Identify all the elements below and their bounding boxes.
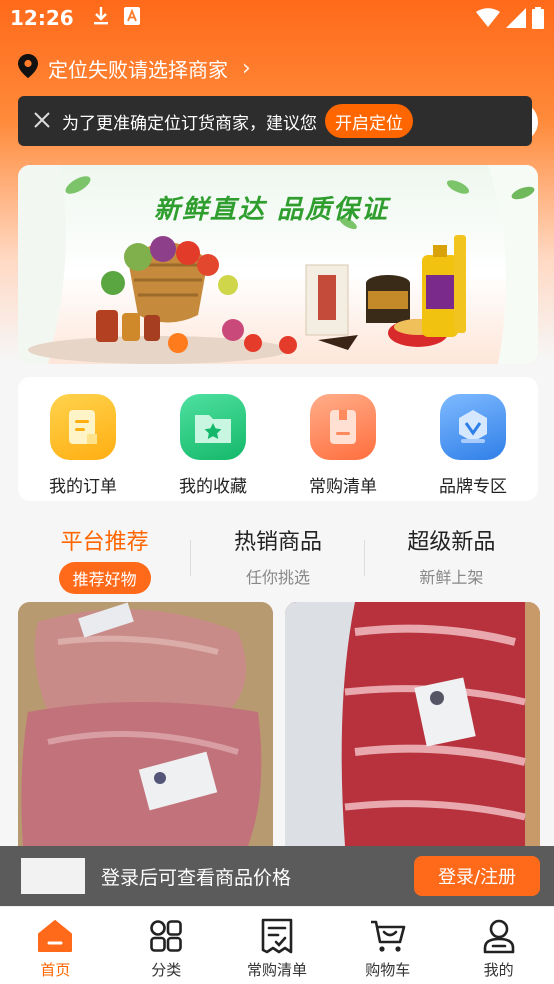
wifi-icon	[476, 8, 500, 28]
tab-hot-products[interactable]: 热销商品 任你挑选	[191, 520, 365, 592]
location-tip-bar: 为了更准确定位订货商家，建议您 开启定位	[18, 96, 532, 146]
battery-icon	[532, 7, 544, 29]
status-bar: 12:26	[0, 0, 554, 36]
quick-menu-label: 我的收藏	[179, 477, 247, 497]
profile-icon	[480, 917, 518, 955]
quick-menu-my-orders[interactable]: 我的订单	[18, 377, 148, 501]
bottom-nav: 首页 分类 常购清单 购物车 我的	[0, 906, 554, 984]
banner-headline: 新鲜直达 品质保证	[154, 195, 390, 225]
location-selector[interactable]: 定位失败请选择商家 ›	[18, 52, 251, 84]
login-thumbnail	[21, 858, 85, 894]
nav-label: 首页	[40, 961, 71, 979]
cart-icon	[369, 917, 407, 955]
tab-subtitle: 新鲜上架	[419, 568, 484, 587]
quick-menu-my-favorites[interactable]: 我的收藏	[148, 377, 278, 501]
quick-menu-label: 我的订单	[49, 477, 117, 497]
product-image	[285, 602, 540, 846]
signal-icon	[506, 8, 526, 28]
close-icon[interactable]	[22, 107, 62, 135]
location-text: 定位失败请选择商家	[48, 57, 228, 82]
quick-menu-frequent-list[interactable]: 常购清单	[278, 377, 408, 501]
login-register-button[interactable]: 登录/注册	[414, 856, 540, 896]
nav-label: 分类	[151, 961, 182, 979]
nav-item-frequent-list[interactable]: 常购清单	[222, 907, 333, 984]
tab-subtitle: 任你挑选	[245, 568, 310, 587]
tab-title: 超级新品	[407, 530, 496, 555]
order-icon	[50, 394, 116, 460]
category-grid-icon	[147, 917, 185, 955]
brand-badge-icon	[440, 394, 506, 460]
nav-item-profile[interactable]: 我的	[443, 907, 554, 984]
tab-platform-recommend[interactable]: 平台推荐 推荐好物	[18, 520, 192, 594]
login-prompt-bar: 登录后可查看商品价格 登录/注册	[0, 846, 554, 906]
status-time: 12:26	[10, 6, 74, 30]
nav-label: 常购清单	[246, 961, 307, 979]
product-card[interactable]	[285, 602, 540, 846]
download-icon	[92, 6, 110, 31]
list-icon	[310, 394, 376, 460]
quick-menu-label: 常购清单	[309, 477, 377, 497]
nav-label: 我的	[483, 961, 514, 979]
favorite-folder-icon	[180, 394, 246, 460]
tab-subtitle: 推荐好物	[58, 562, 151, 594]
location-pin-icon	[18, 54, 38, 82]
quick-menu-label: 品牌专区	[439, 477, 507, 497]
checklist-icon	[258, 917, 296, 955]
nav-item-cart[interactable]: 购物车	[332, 907, 443, 984]
product-card[interactable]	[18, 602, 273, 846]
nav-item-home[interactable]: 首页	[0, 907, 111, 984]
tab-title: 热销商品	[233, 530, 322, 555]
product-image	[18, 602, 273, 846]
tab-title: 平台推荐	[60, 530, 149, 555]
nav-label: 购物车	[365, 961, 411, 979]
nav-item-category[interactable]: 分类	[111, 907, 222, 984]
tip-text: 为了更准确定位订货商家，建议您	[62, 113, 317, 134]
a-icon	[123, 6, 140, 30]
quick-menu-brand-zone[interactable]: 品牌专区	[408, 377, 538, 501]
home-icon	[36, 917, 74, 955]
promo-banner[interactable]: 新鲜直达 品质保证	[18, 165, 538, 364]
login-prompt-text: 登录后可查看商品价格	[101, 866, 292, 889]
enable-location-button[interactable]: 开启定位	[325, 104, 413, 138]
recommend-tabs: 平台推荐 推荐好物 热销商品 任你挑选 超级新品 新鲜上架	[18, 520, 538, 594]
product-grid	[18, 602, 540, 846]
quick-menu: 我的订单 我的收藏 常购清单 品牌专区	[18, 377, 538, 501]
chevron-right-icon: ›	[242, 55, 251, 81]
tab-super-new[interactable]: 超级新品 新鲜上架	[365, 520, 538, 592]
